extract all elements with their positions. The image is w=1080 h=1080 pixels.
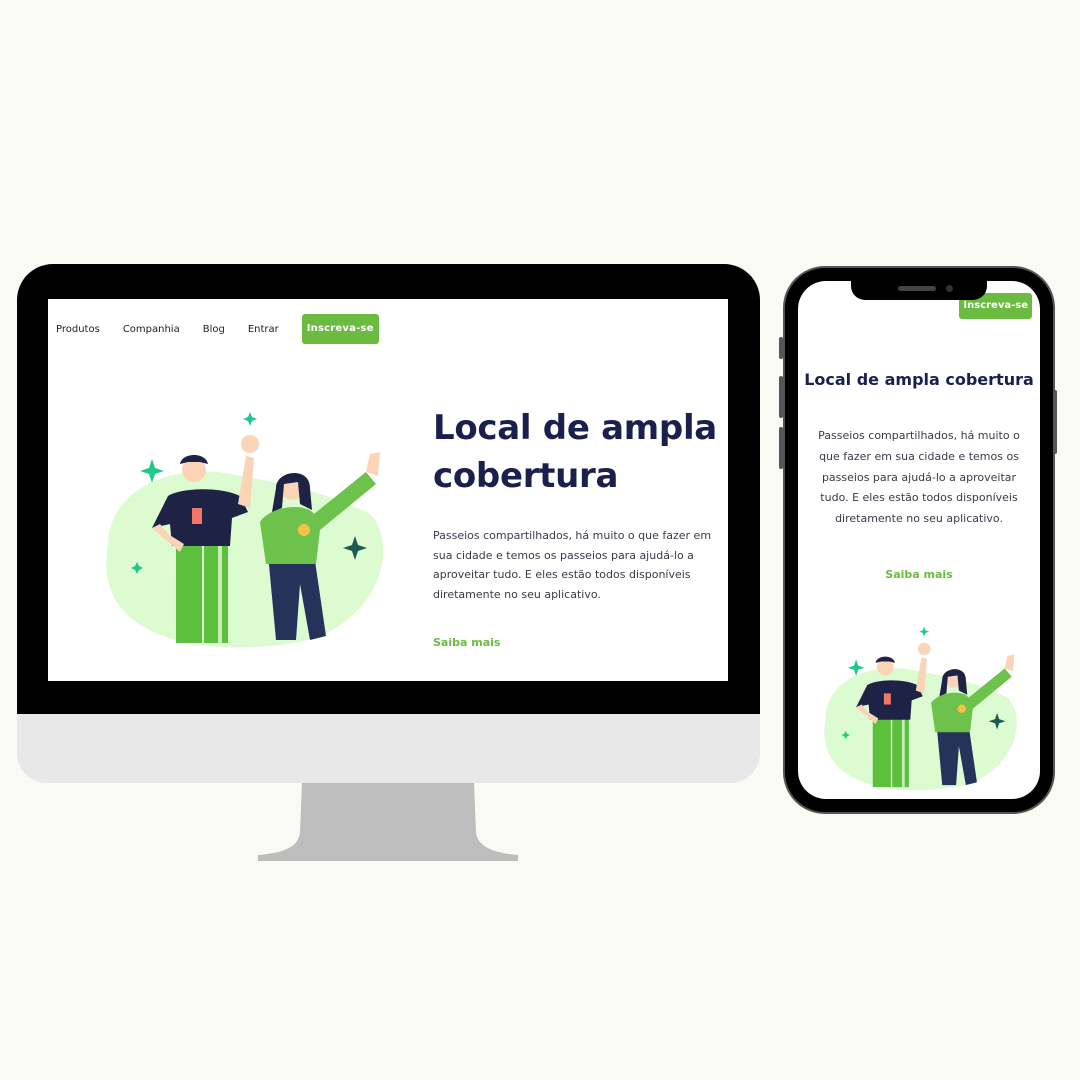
phone-speaker: [898, 286, 936, 291]
desktop-navbar: Produtos Companhia Blog Entrar Inscreva-…: [56, 314, 379, 344]
phone-camera: [946, 285, 953, 292]
mobile-hero-illustration: [820, 621, 1020, 795]
mobile-hero-description: Passeios compartilhados, há muito o que …: [818, 429, 1020, 526]
monitor-chin: [17, 714, 760, 783]
hero-description: Passeios compartilhados, há muito o que …: [433, 529, 712, 601]
hero-illustration: [100, 404, 388, 654]
learn-more-link[interactable]: Saiba mais: [433, 636, 500, 649]
nav-link-produtos[interactable]: Produtos: [56, 324, 100, 335]
nav-link-blog[interactable]: Blog: [203, 324, 225, 335]
signup-button[interactable]: Inscreva-se: [301, 314, 379, 344]
monitor-stand: [258, 783, 518, 861]
nav-link-entrar[interactable]: Entrar: [248, 324, 279, 335]
nav-link-companhia[interactable]: Companhia: [123, 324, 180, 335]
hero-title: Local de ampla cobertura: [433, 408, 717, 496]
mobile-hero-title: Local de ampla cobertura: [804, 370, 1034, 389]
desktop-screen: Produtos Companhia Blog Entrar Inscreva-…: [48, 299, 728, 681]
mobile-learn-more-link[interactable]: Saiba mais: [798, 568, 1040, 581]
mobile-screen: Inscreva-se Local de ampla cobertura Pas…: [798, 281, 1040, 799]
